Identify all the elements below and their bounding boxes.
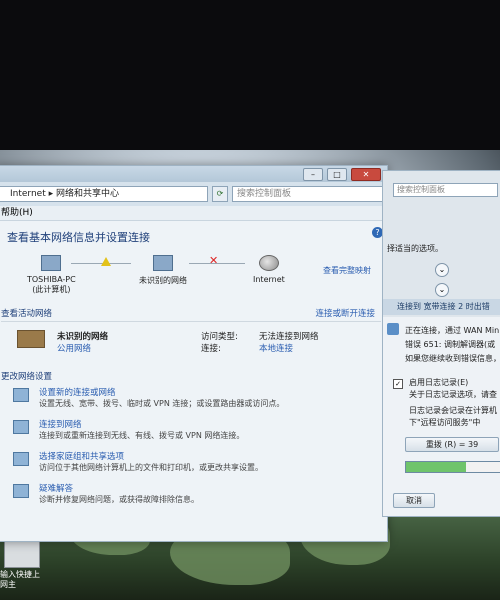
log-checkbox-label[interactable]: 启用日志记录(E) (409, 377, 468, 388)
troubleshoot-icon (13, 484, 29, 498)
task-title[interactable]: 疑难解答 (39, 482, 73, 494)
connect-network-icon (13, 420, 29, 434)
warning-icon (101, 257, 111, 266)
active-network-row: 未识别的网络 公用网络 访问类型: 无法连接到网络 连接: 本地连接 (1, 322, 381, 366)
address-bar[interactable]: Internet ▸ 网络和共享中心 (0, 186, 208, 202)
chevron-down-icon[interactable]: ⌄ (435, 283, 449, 297)
log-note: 日志记录会记录在计算机 (409, 406, 497, 415)
chevron-down-icon[interactable]: ⌄ (435, 263, 449, 277)
breadcrumb-separator: ▸ (48, 189, 54, 199)
breadcrumb-root[interactable]: Internet (10, 189, 46, 199)
task-desc: 设置无线、宽带、拨号、临时或 VPN 连接；或设置路由器或访问点。 (39, 399, 285, 408)
connect-disconnect-link[interactable]: 连接或断开连接 (315, 307, 375, 319)
main-content: ? 查看基本网络信息并设置连接 TOSHIBA-PC (此计算机) 未识别的网络… (0, 221, 387, 514)
full-map-link[interactable]: 查看完整映射 (323, 265, 371, 276)
address-toolbar: Internet ▸ 网络和共享中心 ⟳ 搜索控制面板 (0, 182, 387, 206)
redial-progress-fill (406, 462, 466, 472)
homegroup-icon (13, 452, 29, 466)
network-icon (153, 255, 173, 271)
computer-icon (41, 255, 62, 271)
desktop-shortcut-label: 输入快捷上网主 (0, 570, 40, 589)
minimize-button[interactable]: – (303, 167, 323, 181)
log-options-link[interactable]: 关于日志记录选项，请查 (409, 389, 497, 400)
connection-error-window: 搜索控制面板 择适当的选项。 ⌄ ⌄ 连接到 宽带连接 2 时出错 正在连接，通… (382, 170, 500, 517)
network-type-link[interactable]: 公用网络 (57, 342, 91, 354)
dialog-line: 如果您继续收到错误信息，您 (405, 354, 500, 363)
network-node-label: 未识别的网络 (139, 276, 187, 285)
dialog-line: 错误 651: 调制解调器(或 (405, 340, 496, 349)
task-title[interactable]: 选择家庭组和共享选项 (39, 450, 124, 462)
cancel-button[interactable]: 取消 (393, 493, 435, 508)
maximize-button[interactable]: □ (327, 167, 347, 181)
menu-bar: 帮助(H) (0, 206, 387, 221)
access-type-value: 无法连接到网络 (259, 332, 319, 342)
breadcrumb-current[interactable]: 网络和共享中心 (56, 189, 119, 199)
task-title[interactable]: 连接到网络 (39, 418, 82, 430)
task-desc: 连接到或重新连接到无线、有线、拨号或 VPN 网络连接。 (39, 431, 245, 440)
access-type-label: 访问类型: (201, 332, 238, 342)
task-new-connection[interactable]: 设置新的连接或网络 设置无线、宽带、拨号、临时或 VPN 连接；或设置路由器或访… (1, 386, 381, 418)
menu-help[interactable]: 帮助(H) (1, 208, 33, 218)
refresh-icon[interactable]: ⟳ (212, 186, 228, 202)
side-search-input[interactable]: 搜索控制面板 (393, 183, 498, 197)
task-troubleshoot[interactable]: 疑难解答 诊断并修复网络问题，或获得故障排除信息。 (1, 482, 381, 514)
pc-sub: (此计算机) (32, 285, 71, 294)
task-desc: 访问位于其他网络计算机上的文件和打印机，或更改共享设置。 (39, 463, 263, 472)
task-homegroup[interactable]: 选择家庭组和共享选项 访问位于其他网络计算机上的文件和打印机，或更改共享设置。 (1, 450, 381, 482)
active-network-name: 未识别的网络 (57, 332, 109, 342)
redial-button[interactable]: 重拨 (R) = 39 (405, 437, 499, 452)
task-title[interactable]: 设置新的连接或网络 (39, 386, 116, 398)
search-input[interactable]: 搜索控制面板 (232, 186, 383, 202)
active-networks-title: 查看活动网络 (1, 309, 53, 319)
network-sharing-window: – □ ✕ Internet ▸ 网络和共享中心 ⟳ 搜索控制面板 帮助(H) … (0, 165, 388, 542)
local-connection-link[interactable]: 本地连接 (259, 342, 293, 354)
network-map: TOSHIBA-PC (此计算机) 未识别的网络 ✕ Internet 查看完整… (1, 251, 381, 303)
public-network-icon (17, 330, 45, 348)
node-computer: TOSHIBA-PC (此计算机) (27, 255, 76, 295)
active-networks-header: 查看活动网络 连接或断开连接 (1, 305, 381, 322)
connection-label: 连接: (201, 344, 221, 354)
pc-name: TOSHIBA-PC (27, 275, 76, 284)
log-note: 下"远程访问服务"中 (409, 418, 481, 427)
node-network: 未识别的网络 (139, 255, 187, 286)
node-internet: Internet (253, 255, 285, 284)
desktop-shortcut-icon[interactable] (4, 540, 40, 568)
redial-progress (405, 461, 500, 473)
globe-icon (258, 255, 279, 271)
dialog-line: 正在连接，通过 WAN Mini (405, 326, 500, 335)
dialog-body: 正在连接，通过 WAN Mini 错误 651: 调制解调器(或 如果您继续收到… (383, 317, 500, 516)
dialog-network-icon (387, 323, 399, 335)
log-checkbox[interactable]: ✓ (393, 379, 403, 389)
option-text: 择适当的选项。 (387, 244, 443, 253)
task-desc: 诊断并修复网络问题，或获得故障排除信息。 (39, 495, 199, 504)
task-connect-network[interactable]: 连接到网络 连接到或重新连接到无线、有线、拨号或 VPN 网络连接。 (1, 418, 381, 450)
change-settings-title: 更改网络设置 (1, 372, 53, 382)
disconnected-icon: ✕ (209, 254, 219, 267)
title-bar: – □ ✕ (0, 166, 387, 182)
close-button[interactable]: ✕ (351, 167, 381, 181)
dialog-title: 连接到 宽带连接 2 时出错 (383, 299, 500, 315)
new-connection-icon (13, 388, 29, 402)
internet-label: Internet (253, 275, 285, 284)
page-title: 查看基本网络信息并设置连接 (7, 231, 150, 244)
